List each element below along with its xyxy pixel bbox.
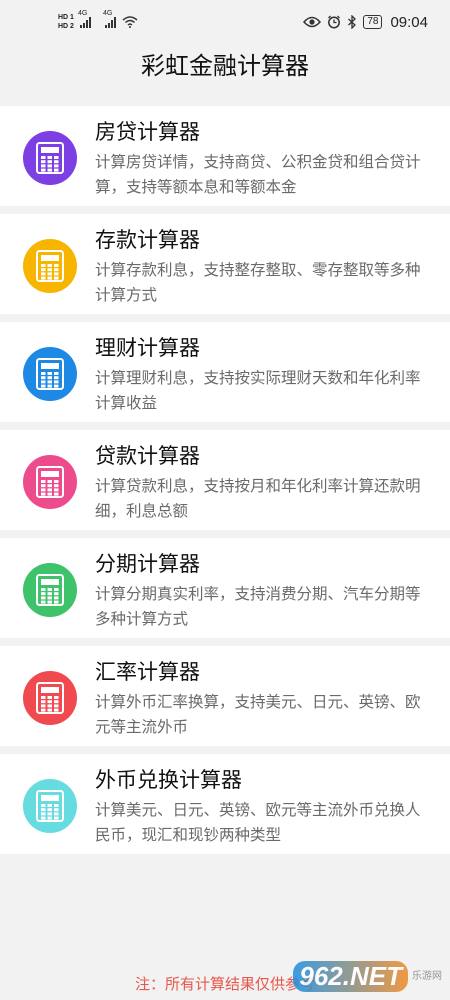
calculator-description: 计算外币汇率换算，支持美元、日元、英镑、欧元等主流外币 [95,693,421,736]
calculator-icon [23,671,77,725]
eye-icon [303,16,322,28]
calculator-icon [23,455,77,509]
status-left: HD 1 HD 2 4G 4G [58,10,138,31]
calculator-icon [23,131,77,185]
watermark-site: 乐游网 [412,970,442,982]
hd1-label: HD 1 [58,14,74,21]
calculator-description: 计算房贷详情，支持商贷、公积金贷和组合贷计算，支持等额本息和等额本金 [95,153,421,196]
network-label: 4G [77,10,88,17]
calculator-card[interactable]: 理财计算器计算理财利息，支持按实际理财天数和年化利率计算收益 [0,322,450,422]
watermark-logo-text: 962 [299,961,343,991]
battery-indicator: 78 [363,15,383,29]
calculator-description: 计算贷款利息，支持按月和年化利率计算还款明细，利息总额 [95,477,421,520]
status-bar: HD 1 HD 2 4G 4G 78 09:04 [0,0,450,44]
calculator-description: 计算分期真实利率，支持消费分期、汽车分期等多种计算方式 [95,585,421,628]
calculator-title: 汇率计算器 [95,660,200,684]
watermark-logo: 962.NET [293,961,408,992]
network-label: 4G [102,10,113,17]
calculator-title: 房贷计算器 [95,120,200,144]
calculator-title: 分期计算器 [95,552,200,576]
calculator-title: 外币兑换计算器 [95,768,242,792]
calculator-title: 贷款计算器 [95,444,200,468]
calculator-description: 计算理财利息，支持按实际理财天数和年化利率计算收益 [95,369,421,412]
status-right: 78 09:04 [303,14,428,31]
signal-icon: 4G [103,10,116,28]
calculator-description: 计算存款利息，支持整存整取、零存整取等多种计算方式 [95,261,421,304]
calculator-icon [23,347,77,401]
watermark: 962.NET 乐游网 [293,961,442,992]
clock: 09:04 [390,13,428,31]
hd2-label: HD 2 [58,23,74,30]
calculator-title: 存款计算器 [95,228,200,252]
page-title: 彩虹金融计算器 [141,52,309,80]
wifi-icon [122,16,138,28]
calculator-title: 理财计算器 [95,336,200,360]
calculator-icon [23,563,77,617]
calculator-card[interactable]: 房贷计算器计算房贷详情，支持商贷、公积金贷和组合贷计算，支持等额本息和等额本金 [0,106,450,206]
calculator-card[interactable]: 外币兑换计算器计算美元、日元、英镑、欧元等主流外币兑换人民币，现汇和现钞两种类型 [0,754,450,854]
calculator-card[interactable]: 贷款计算器计算贷款利息，支持按月和年化利率计算还款明细，利息总额 [0,430,450,530]
watermark-text: 乐游网 [412,971,442,983]
hd-indicator: HD 1 HD 2 [58,13,74,31]
signal-icon: 4G [78,10,91,28]
watermark-domain: .NET [342,961,402,991]
calculator-icon [23,239,77,293]
calculator-description: 计算美元、日元、英镑、欧元等主流外币兑换人民币，现汇和现钞两种类型 [95,801,421,844]
calculator-card[interactable]: 存款计算器计算存款利息，支持整存整取、零存整取等多种计算方式 [0,214,450,314]
calculator-icon [23,779,77,833]
bluetooth-icon [348,15,357,29]
alarm-icon [328,15,341,29]
calculator-list: 房贷计算器计算房贷详情，支持商贷、公积金贷和组合贷计算，支持等额本息和等额本金存… [0,106,450,862]
calculator-card[interactable]: 分期计算器计算分期真实利率，支持消费分期、汽车分期等多种计算方式 [0,538,450,638]
calculator-card[interactable]: 汇率计算器计算外币汇率换算，支持美元、日元、英镑、欧元等主流外币 [0,646,450,746]
